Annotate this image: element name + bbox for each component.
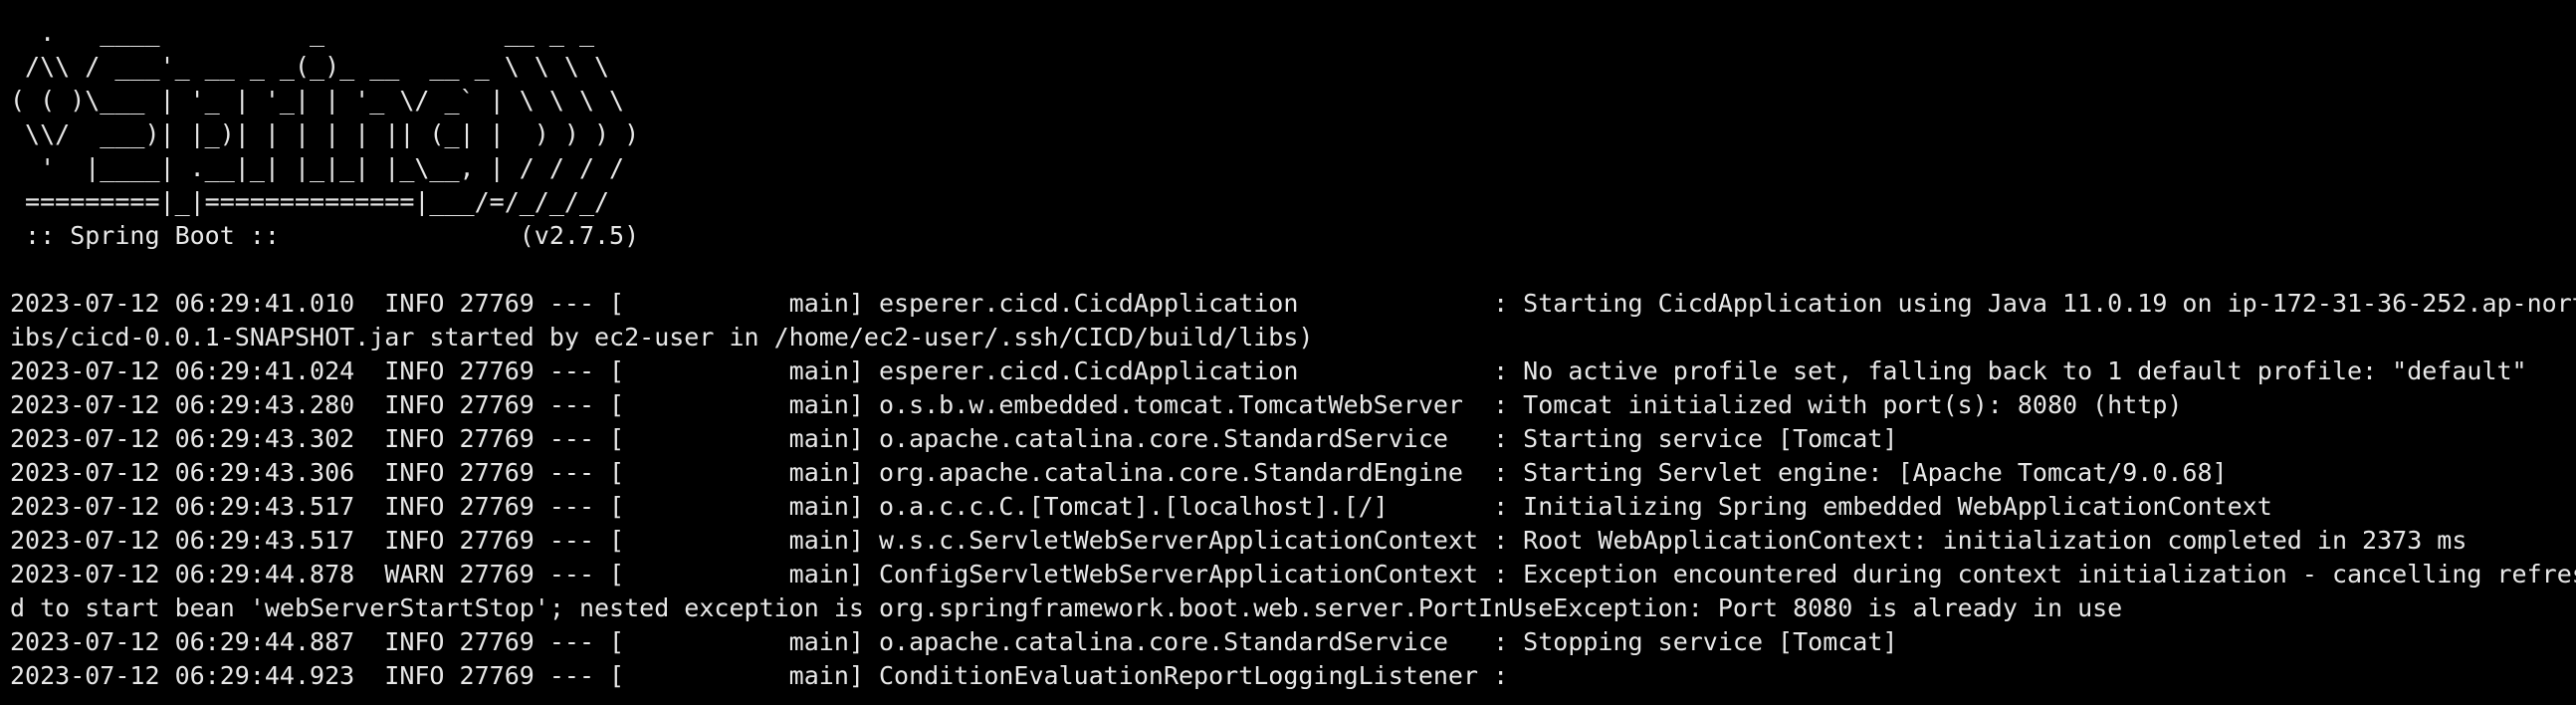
banner-line: ' |____| .__|_| |_|_| |_\__, | / / / / — [10, 153, 625, 182]
banner-line: /\\ / ___'_ __ _ _(_)_ __ __ _ \ \ \ \ — [10, 52, 610, 81]
log-line: 2023-07-12 06:29:43.306 INFO 27769 --- [… — [10, 458, 2228, 487]
log-line: 2023-07-12 06:29:43.517 INFO 27769 --- [… — [10, 492, 2272, 521]
log-line: 2023-07-12 06:29:44.923 INFO 27769 --- [… — [10, 661, 1509, 690]
log-line: 2023-07-12 06:29:43.280 INFO 27769 --- [… — [10, 390, 2183, 419]
log-line-continuation: ibs/cicd-0.0.1-SNAPSHOT.jar started by e… — [10, 323, 1314, 352]
log-line-continuation: d to start bean 'webServerStartStop'; ne… — [10, 593, 2123, 622]
banner-line: \\/ ___)| |_)| | | | | || (_| | ) ) ) ) — [10, 119, 640, 148]
log-line: 2023-07-12 06:29:41.010 INFO 27769 --- [… — [10, 289, 2576, 318]
banner-line: ( ( )\___ | '_ | '_| | '_ \/ _` | \ \ \ … — [10, 86, 625, 115]
terminal-window[interactable]: . ____ _ __ _ _ /\\ / ___'_ __ _ _(_)_ _… — [0, 0, 2576, 705]
log-line-warn: 2023-07-12 06:29:44.878 WARN 27769 --- [… — [10, 560, 2576, 588]
banner-line: =========|_|==============|___/=/_/_/_/ — [10, 187, 610, 216]
spring-boot-version-line: :: Spring Boot :: (v2.7.5) — [10, 221, 640, 250]
log-line: 2023-07-12 06:29:41.024 INFO 27769 --- [… — [10, 356, 2527, 385]
log-line: 2023-07-12 06:29:44.887 INFO 27769 --- [… — [10, 627, 1898, 656]
banner-line: . ____ _ __ _ _ — [10, 18, 594, 47]
log-line: 2023-07-12 06:29:43.302 INFO 27769 --- [… — [10, 424, 1898, 453]
log-line: 2023-07-12 06:29:43.517 INFO 27769 --- [… — [10, 526, 2468, 555]
